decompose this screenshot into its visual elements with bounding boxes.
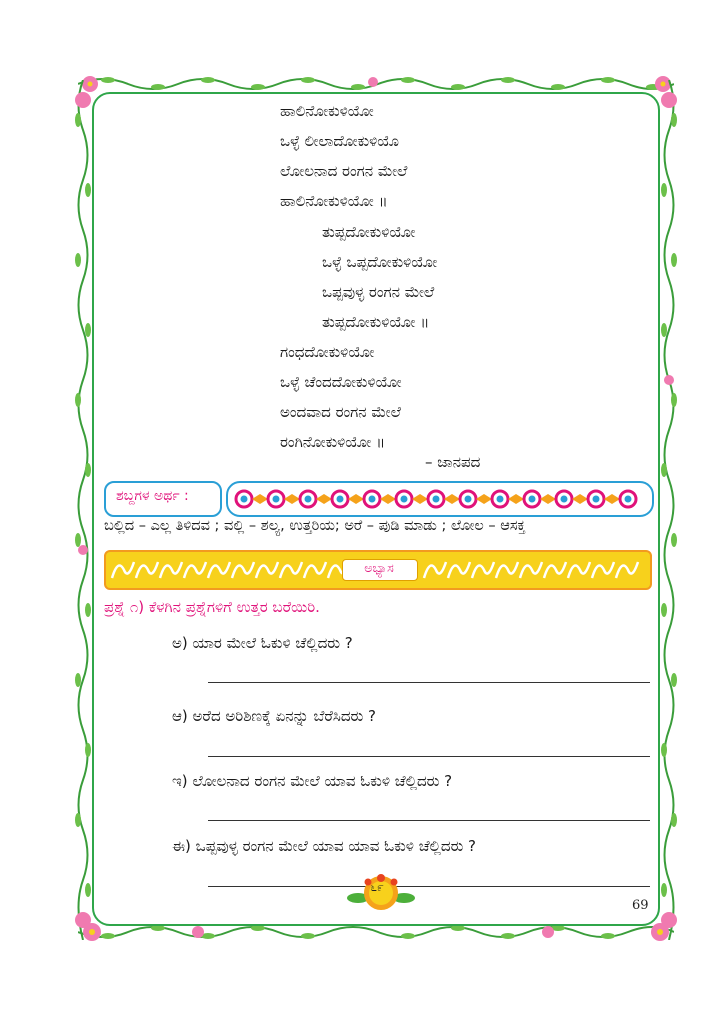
poem-source: – ಜಾನಪದ (425, 453, 481, 471)
poem-line: ಲೋಲನಾದ ರಂಗನ ಮೇಲೆ (280, 162, 408, 180)
page-number: 69 (632, 898, 649, 913)
question-item: ಇ) ಲೋಲನಾದ ರಂಗನ ಮೇಲೆ ಯಾವ ಓಕುಳಿ ಚೆಲ್ಲಿದರು … (172, 772, 453, 790)
glossary-text: ಬಲ್ಲಿದ – ಎಲ್ಲ ತಿಳಿದವ ; ವಲ್ಲಿ – ಶಲ್ಯ, ಉತ್… (104, 518, 526, 534)
poem-line: ಒಳ್ಳೆ ಒಪ್ಪದೋಕುಳಿಯೋ (322, 253, 438, 271)
poem-line: ತುಪ್ಪದೋಕುಳಿಯೋ (322, 223, 416, 241)
bead-pattern (234, 489, 638, 509)
decorative-bead-strip (226, 481, 654, 517)
poem-line: ಹಾಲಿನೋಕುಳಿಯೋ (280, 102, 374, 120)
poem-line: ಹಾಲಿನೋಕುಳಿಯೋ ॥ (280, 192, 388, 210)
poem-line: ಒಳ್ಳೆ ಚೆಂದದೋಕುಳಿಯೋ (280, 373, 402, 391)
answer-line[interactable] (208, 820, 650, 821)
answer-line[interactable] (208, 756, 650, 757)
floral-border-right (661, 80, 677, 940)
floral-border-top (78, 76, 674, 92)
floral-border-left (75, 80, 91, 940)
meanings-label: ಶಬ್ದಗಳ ಅರ್ಥ : (116, 488, 189, 504)
question-heading: ಪ್ರಶ್ನೆ ೧) ಕೆಳಗಿನ ಪ್ರಶ್ನೆಗಳಿಗೆ ಉತ್ತರ ಬರೆ… (104, 598, 320, 616)
question-item: ಈ) ಒಪ್ಪವುಳ್ಳ ರಂಗನ ಮೇಲೆ ಯಾವ ಯಾವ ಓಕುಳಿ ಚೆಲ… (172, 837, 477, 855)
question-item: ಅ) ಯಾರ ಮೇಲೆ ಓಕುಳಿ ಚೆಲ್ಲಿದರು ? (172, 634, 353, 652)
poem-line: ಗಂಧದೋಕುಳಿಯೋ (280, 343, 375, 361)
poem-line: ರಂಗಿನೋಕುಳಿಯೋ ॥ (280, 433, 386, 451)
answer-line[interactable] (208, 886, 650, 887)
exercise-label: ಅಭ್ಯಾಸ (364, 560, 394, 575)
flower-badge-text: ೬೯ (370, 880, 384, 894)
poem-line: ಅಂದವಾದ ರಂಗನ ಮೇಲೆ (280, 403, 401, 421)
poem-line: ತುಪ್ಪದೋಕುಳಿಯೋ ॥ (322, 313, 430, 331)
poem-line: ಒಪ್ಪವುಳ್ಳ ರಂಗನ ಮೇಲೆ (322, 283, 435, 301)
question-item: ಆ) ಅರೆದ ಅರಿಶಿಣಕ್ಕೆ ಏನನ್ನು ಬೆರೆಸಿದರು ? (172, 707, 376, 725)
poem-line: ಒಳ್ಳೆ ಲೀಲಾದೋಕುಳಿಯೊ (280, 132, 399, 150)
answer-line[interactable] (208, 682, 650, 683)
